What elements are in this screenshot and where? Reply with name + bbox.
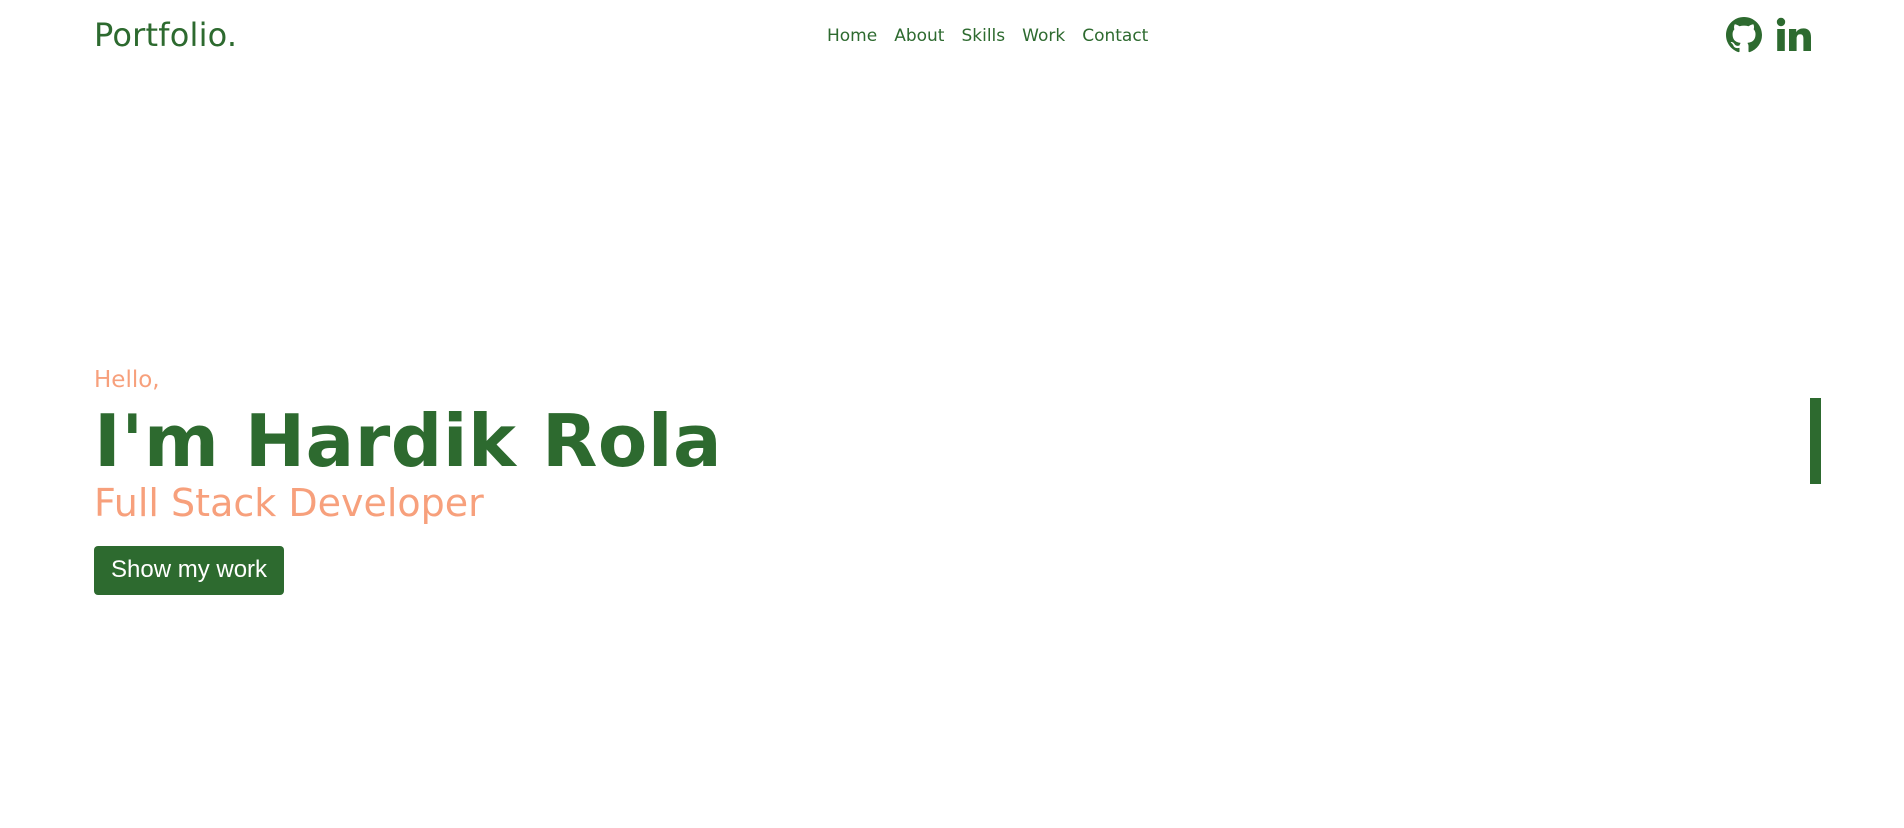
logo[interactable]: Portfolio. <box>94 16 237 54</box>
side-accent-bar <box>1810 398 1821 484</box>
site-header: Portfolio. Home About Skills Work Contac… <box>0 0 1904 76</box>
nav-item-skills[interactable]: Skills <box>961 26 1005 46</box>
hero-name: I'm Hardik Rola <box>94 399 723 483</box>
main-nav: Home About Skills Work Contact <box>827 26 1148 46</box>
github-icon <box>1726 17 1762 53</box>
nav-item-about[interactable]: About <box>894 26 944 46</box>
linkedin-link[interactable] <box>1776 17 1814 53</box>
linkedin-icon <box>1776 17 1811 51</box>
show-my-work-button[interactable]: Show my work <box>94 546 285 595</box>
github-link[interactable] <box>1726 17 1762 53</box>
nav-item-contact[interactable]: Contact <box>1082 26 1148 46</box>
nav-item-home[interactable]: Home <box>827 26 877 46</box>
social-links <box>1726 17 1814 53</box>
nav-item-work[interactable]: Work <box>1022 26 1065 46</box>
hero-section: Hello, I'm Hardik Rola Full Stack Develo… <box>94 365 722 595</box>
hero-greeting: Hello, <box>94 367 160 393</box>
hero-role: Full Stack Developer <box>94 481 484 525</box>
